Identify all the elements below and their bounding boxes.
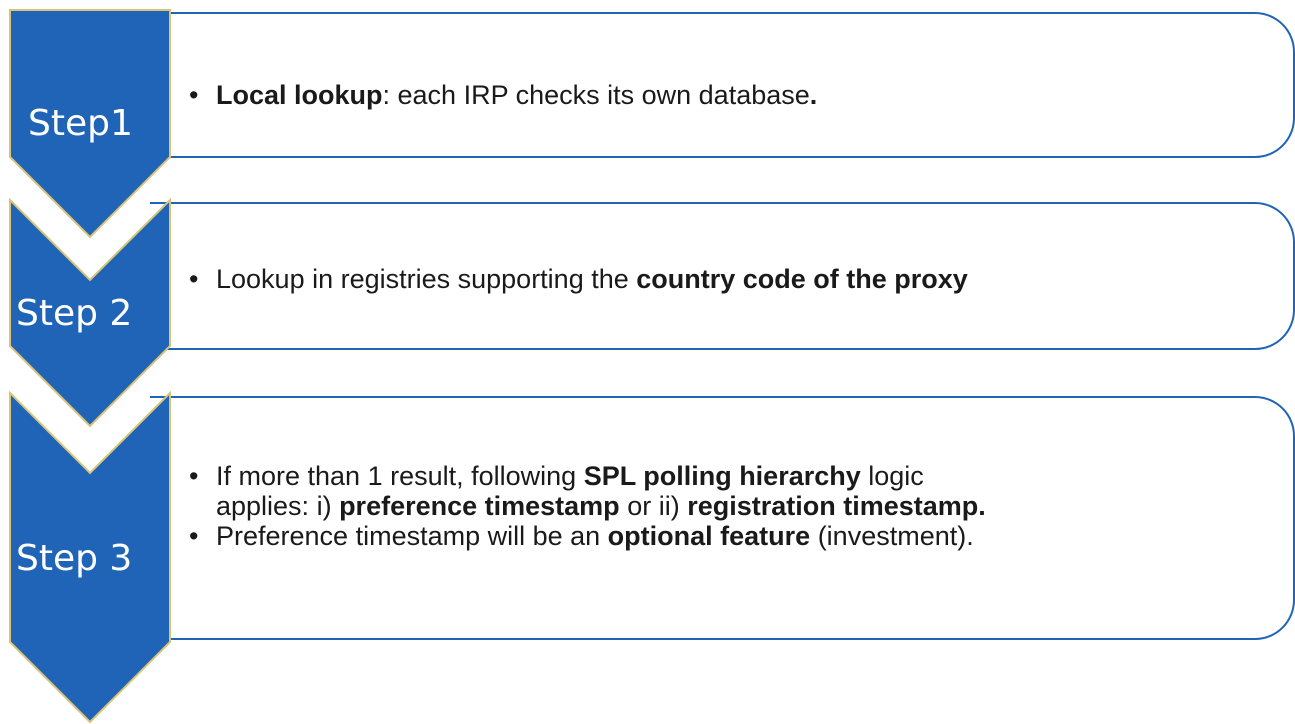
bullet-text-segment: country code of the proxy: [636, 264, 968, 294]
bullet-text-segment: registration timestamp.: [687, 491, 986, 521]
step-2-bullet-1: Lookup in registries supporting the coun…: [189, 264, 968, 294]
step-3-bullets: If more than 1 result, following SPL pol…: [189, 461, 986, 551]
step-1-label: Step1: [28, 103, 133, 144]
step-1-bullet-1: Local lookup: each IRP checks its own da…: [189, 80, 817, 110]
bullet-text-segment: logic: [860, 461, 924, 491]
step-3-bullet-1: If more than 1 result, following SPL pol…: [189, 461, 986, 521]
bullet-text-segment: SPL polling hierarchy: [583, 461, 861, 491]
bullet-text-segment: .: [809, 80, 818, 110]
bullet-text-segment: (investment).: [810, 521, 974, 551]
step-1-bullets: Local lookup: each IRP checks its own da…: [189, 80, 817, 110]
step-3-bullet-2: Preference timestamp will be an optional…: [189, 521, 986, 551]
bullet-text-segment: Local lookup: [216, 80, 383, 110]
step-2-bullets: Lookup in registries supporting the coun…: [189, 264, 968, 294]
bullet-text-segment: or ii): [619, 491, 688, 521]
step-3-label: Step 3: [16, 538, 133, 579]
bullet-text-segment: optional feature: [607, 521, 811, 551]
bullet-text-segment: Lookup in registries supporting the: [216, 264, 637, 294]
bullet-text-segment: If more than 1 result, following: [216, 461, 584, 491]
step-2-label: Step 2: [16, 293, 133, 334]
bullet-text-segment: Preference timestamp will be an: [216, 521, 608, 551]
bullet-text-segment: : each IRP checks its own database: [382, 80, 810, 110]
bullet-text-segment: preference timestamp: [339, 491, 620, 521]
bullet-text-segment: applies: i): [216, 491, 340, 521]
